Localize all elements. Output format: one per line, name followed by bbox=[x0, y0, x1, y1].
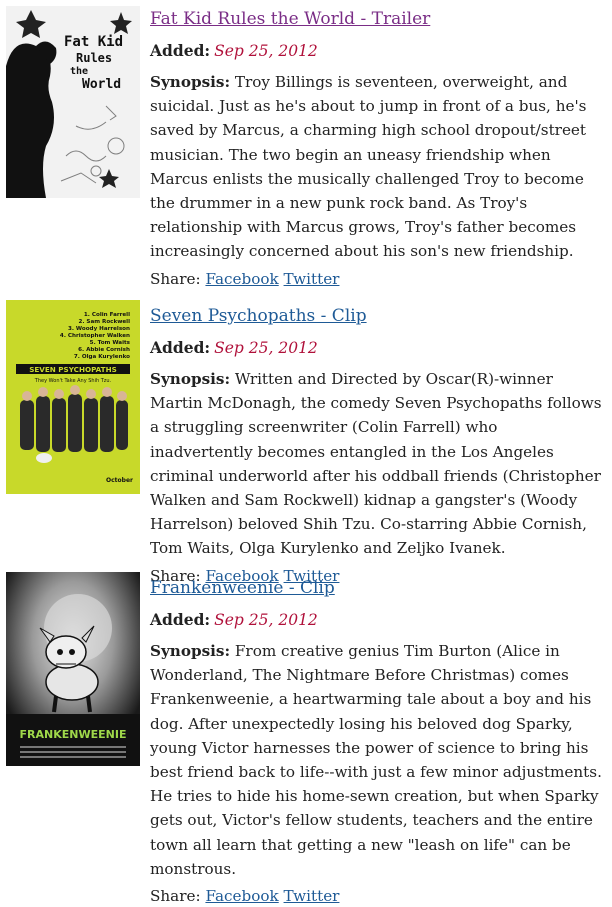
poster-cast: 3. Woody Harrelson bbox=[68, 326, 130, 332]
added-date: Sep 25, 2012 bbox=[214, 42, 318, 60]
poster-seven-psychopaths[interactable]: 1. Colin Farrell 2. Sam Rockwell 3. Wood… bbox=[6, 300, 140, 494]
poster-text: the bbox=[70, 66, 88, 77]
poster-cast: 2. Sam Rockwell bbox=[78, 319, 130, 325]
synopsis: Synopsis: Written and Directed by Oscar(… bbox=[150, 367, 602, 561]
synopsis-text: Written and Directed by Oscar(R)-winner … bbox=[150, 370, 602, 558]
synopsis-label: Synopsis: bbox=[150, 370, 231, 388]
synopsis-label: Synopsis: bbox=[150, 73, 231, 91]
share-label: Share: bbox=[150, 269, 201, 288]
synopsis-text: Troy Billings is seventeen, overweight, … bbox=[150, 73, 587, 261]
added-label: Added: bbox=[150, 41, 211, 60]
twitter-share-link[interactable]: Twitter bbox=[284, 270, 340, 288]
poster-title: FRANKENWEENIE bbox=[20, 728, 127, 741]
share-row: Share: Facebook Twitter bbox=[150, 885, 602, 907]
poster-tagline: They Won't Take Any Shih Tzu. bbox=[34, 378, 112, 384]
facebook-share-link[interactable]: Facebook bbox=[205, 270, 278, 288]
poster-cast: 4. Christopher Walken bbox=[60, 333, 130, 339]
added-line: Added: Sep 25, 2012 bbox=[150, 608, 602, 632]
added-date: Sep 25, 2012 bbox=[214, 611, 318, 629]
added-line: Added: Sep 25, 2012 bbox=[150, 39, 602, 63]
poster-cast: 5. Tom Waits bbox=[90, 340, 131, 346]
poster-text: World bbox=[82, 77, 121, 92]
added-label: Added: bbox=[150, 338, 211, 357]
twitter-share-link[interactable]: Twitter bbox=[284, 887, 340, 905]
share-row: Share: Facebook Twitter bbox=[150, 268, 602, 290]
poster-fat-kid[interactable]: Fat Kid Rules the World bbox=[6, 6, 140, 198]
synopsis-label: Synopsis: bbox=[150, 642, 231, 660]
poster-frankenweenie[interactable]: FRANKENWEENIE bbox=[6, 572, 140, 766]
poster-art: Fat Kid Rules the World bbox=[6, 6, 140, 198]
poster-text: Fat Kid bbox=[64, 34, 123, 50]
poster-art: 1. Colin Farrell 2. Sam Rockwell 3. Wood… bbox=[6, 300, 140, 494]
poster-title: SEVEN PSYCHOPATHS bbox=[29, 365, 117, 374]
movie-title-link[interactable]: Fat Kid Rules the World - Trailer bbox=[150, 7, 602, 31]
added-date: Sep 25, 2012 bbox=[214, 339, 318, 357]
poster-art: FRANKENWEENIE bbox=[6, 572, 140, 766]
added-line: Added: Sep 25, 2012 bbox=[150, 336, 602, 360]
poster-cast: 6. Abbie Cornish bbox=[78, 347, 130, 353]
poster-cast: 7. Olga Kurylenko bbox=[74, 354, 130, 360]
synopsis: Synopsis: From creative genius Tim Burto… bbox=[150, 639, 602, 881]
poster-text: Rules bbox=[76, 51, 112, 65]
added-label: Added: bbox=[150, 610, 211, 629]
share-label: Share: bbox=[150, 887, 201, 906]
synopsis: Synopsis: Troy Billings is seventeen, ov… bbox=[150, 70, 602, 264]
poster-date: October bbox=[106, 477, 133, 484]
movie-title-link[interactable]: Seven Psychopaths - Clip bbox=[150, 304, 602, 328]
movie-title-link[interactable]: Frankenweenie - Clip bbox=[150, 576, 602, 600]
poster-cast: 1. Colin Farrell bbox=[84, 312, 130, 318]
synopsis-text: From creative genius Tim Burton (Alice i… bbox=[150, 642, 602, 878]
facebook-share-link[interactable]: Facebook bbox=[205, 887, 278, 905]
